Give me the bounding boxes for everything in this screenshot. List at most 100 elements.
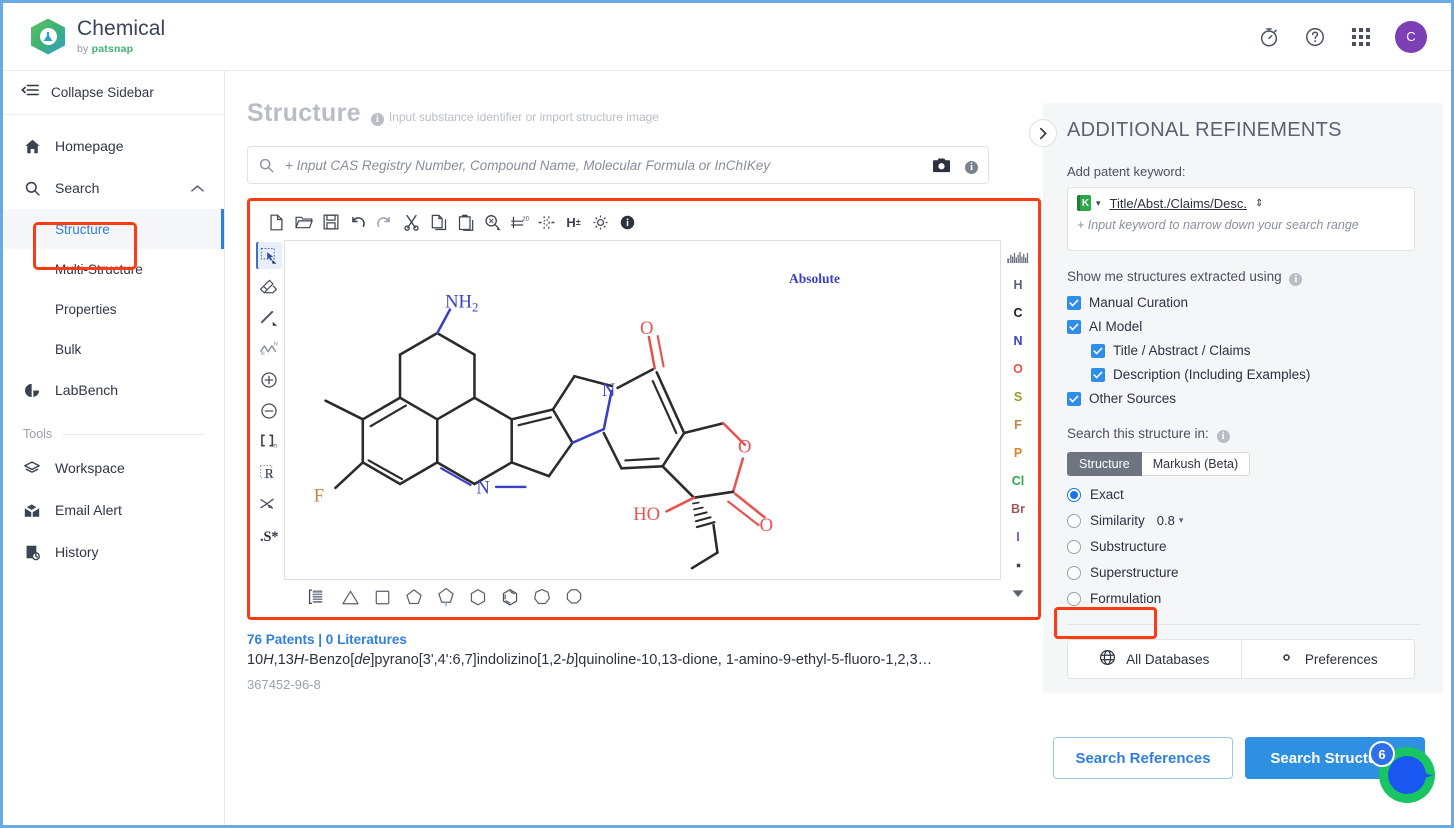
info-icon[interactable] [614,208,641,236]
hexagon-icon[interactable] [468,586,488,608]
more-elements-icon[interactable] [1001,552,1035,578]
sidebar-item-labbench[interactable]: LabBench [3,369,224,411]
eraser-icon[interactable] [256,273,282,300]
element-o[interactable]: O [1001,356,1035,382]
element-cl[interactable]: Cl [1001,468,1035,494]
pentagon-icon[interactable] [404,586,424,608]
checkbox-title-abstract-claims[interactable]: Title / Abstract / Claims [1091,343,1425,358]
identifier-search-bar[interactable]: i [247,146,989,184]
structure-canvas[interactable]: Absolute [284,240,1001,580]
tab-structure[interactable]: Structure [1067,452,1142,476]
all-databases-button[interactable]: All Databases [1068,640,1241,678]
checkbox-description[interactable]: Description (Including Examples) [1091,367,1425,382]
radio-superstructure[interactable]: Superstructure [1067,565,1425,580]
clean-structure-icon[interactable] [533,208,560,236]
zoom-icon[interactable] [479,208,506,236]
template-library-icon[interactable] [308,586,328,608]
hydrogen-toggle-icon[interactable]: H± [560,208,587,236]
chevron-right-icon[interactable] [1029,119,1057,147]
chain-icon[interactable]: NN [256,335,282,362]
element-p[interactable]: P [1001,440,1035,466]
chat-support-widget[interactable]: 6 [1379,747,1435,803]
element-f[interactable]: F [1001,412,1035,438]
apps-grid-icon[interactable] [1349,25,1373,49]
info-icon[interactable]: i [371,113,384,126]
bond-line-icon[interactable] [256,304,282,331]
sidebar-item-workspace[interactable]: Workspace [3,447,224,489]
sidebar-item-bulk[interactable]: Bulk [3,329,224,369]
keyword-scope-select[interactable]: Title/Abst./Claims/Desc. [1110,196,1248,211]
periodic-table-icon[interactable] [1001,244,1035,270]
help-icon[interactable] [1303,25,1327,49]
sidebar-item-homepage[interactable]: Homepage [3,125,224,167]
all-databases-label: All Databases [1126,652,1209,667]
redo-icon[interactable] [371,208,398,236]
new-file-icon[interactable] [263,208,290,236]
search-references-button[interactable]: Search References [1053,737,1233,779]
undo-icon[interactable] [344,208,371,236]
camera-import-icon[interactable] [932,157,951,174]
search-info-icon[interactable]: i [965,156,978,174]
chevron-down-icon[interactable]: ▾ [1096,198,1101,209]
charge-minus-icon[interactable] [256,397,282,424]
preferences-button[interactable]: Preferences [1241,640,1415,678]
copy-icon[interactable] [425,208,452,236]
select-lasso-icon[interactable] [256,242,282,269]
search-input[interactable] [283,157,932,174]
keyword-input[interactable]: + Input keyword to narrow down your sear… [1077,218,1405,232]
timer-icon[interactable] [1257,25,1281,49]
element-i[interactable]: I [1001,524,1035,550]
result-counts-link[interactable]: 76 Patents | 0 Literatures [247,632,1037,647]
r-group-icon[interactable]: R [256,459,282,486]
sgroup-icon[interactable]: .S* [256,521,282,548]
element-n[interactable]: N [1001,328,1035,354]
element-h[interactable]: H [1001,272,1035,298]
keyword-scope-row[interactable]: K ▾ Title/Abst./Claims/Desc. ⇕ [1077,195,1405,211]
stereo-icon[interactable] [256,490,282,517]
element-br[interactable]: Br [1001,496,1035,522]
sidebar-item-history[interactable]: History [3,531,224,573]
layout-2d-icon[interactable]: 2D [506,208,533,236]
heptagon-icon[interactable] [532,586,552,608]
benzene-icon[interactable] [500,586,520,608]
collapse-sidebar-button[interactable]: Collapse Sidebar [3,71,224,115]
checkbox-other-sources[interactable]: Other Sources [1067,391,1425,406]
page-title: Structure [247,99,361,128]
square-icon[interactable] [372,586,392,608]
sidebar-item-multi-structure[interactable]: Multi-Structure [3,249,224,289]
checkbox-label: Other Sources [1089,391,1176,406]
triangle-icon[interactable] [340,586,360,608]
chevron-down-icon[interactable]: ▾ [1179,515,1184,526]
bracket-icon[interactable]: n [256,428,282,455]
octagon-icon[interactable] [564,586,584,608]
open-folder-icon[interactable] [290,208,317,236]
avatar[interactable]: C [1395,21,1427,53]
sidebar-item-properties[interactable]: Properties [3,289,224,329]
checkbox-manual-curation[interactable]: Manual Curation [1067,295,1425,310]
result-cas-number: 367452-96-8 [247,677,1037,692]
stepper-arrows-icon[interactable]: ⇕ [1255,198,1263,209]
paste-icon[interactable] [452,208,479,236]
radio-formulation[interactable]: Formulation [1067,591,1425,606]
tab-markush[interactable]: Markush (Beta) [1142,452,1250,476]
element-c[interactable]: C [1001,300,1035,326]
patent-keyword-box[interactable]: K ▾ Title/Abst./Claims/Desc. ⇕ + Input k… [1067,187,1415,251]
palette-scroll-down-icon[interactable] [1001,580,1035,606]
element-s[interactable]: S [1001,384,1035,410]
sidebar-item-email-alert[interactable]: Email Alert [3,489,224,531]
sidebar-item-structure[interactable]: Structure [3,209,224,249]
brand-logo[interactable]: Chemical by patsnap [31,18,165,55]
radio-substructure[interactable]: Substructure [1067,539,1425,554]
checkbox-ai-model[interactable]: AI Model [1067,319,1425,334]
charge-plus-icon[interactable] [256,366,282,393]
radio-exact[interactable]: Exact [1067,487,1425,502]
sidebar-item-search[interactable]: Search [3,167,224,209]
cyclopentadiene-icon[interactable] [436,586,456,608]
similarity-threshold-value[interactable]: 0.8 [1157,513,1175,528]
info-icon[interactable]: i [1217,430,1230,443]
info-icon[interactable]: i [1289,273,1302,286]
settings-gear-icon[interactable] [587,208,614,236]
cut-scissors-icon[interactable] [398,208,425,236]
save-icon[interactable] [317,208,344,236]
radio-similarity[interactable]: Similarity 0.8 ▾ [1067,513,1425,528]
